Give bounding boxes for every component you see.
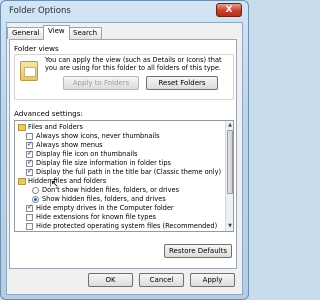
apply-to-folders-button[interactable]: Apply to Folders [63,76,139,90]
checkbox[interactable] [26,158,33,167]
cancel-button[interactable]: Cancel [139,273,184,287]
settings-row-label: Hidden files and folders [28,177,107,185]
settings-row-label: Display the full path in the title bar (… [36,168,222,176]
scroll-thumb[interactable] [227,130,233,194]
settings-row-label: Files and Folders [28,123,83,131]
advanced-settings-list[interactable]: ▲ ▼ Files and Folders Always show icons, … [14,120,234,232]
settings-row-label: Hide empty drives in the Computer folder [36,204,174,212]
settings-row-label: Don't show hidden files, folders, or dri… [42,186,180,194]
reset-folders-button[interactable]: Reset Folders [146,76,218,90]
ok-button[interactable]: OK [88,273,133,287]
checkbox[interactable] [26,133,33,140]
checkbox[interactable] [26,203,33,212]
settings-row-label: Display file icon on thumbnails [36,150,138,158]
tab-general[interactable]: General [7,27,45,39]
radio-button[interactable] [32,196,39,203]
checkbox[interactable] [26,167,33,176]
tab-search[interactable]: Search [68,27,103,39]
settings-row-label: Always show icons, never thumbnails [36,132,160,140]
close-button[interactable]: X [216,3,242,17]
folder-views-description-2: you are using for this folder to all fol… [45,64,221,72]
tab-view[interactable]: View [43,25,70,40]
scroll-up-icon[interactable]: ▲ [227,122,233,129]
checkbox[interactable] [26,140,33,149]
checkbox[interactable] [26,149,33,158]
window-title: Folder Options [9,6,71,16]
folder-view-icon [20,61,38,81]
folder-views-description-1: You can apply the view (such as Details … [45,56,222,64]
settings-row-label: Hide protected operating system files (R… [36,222,218,230]
radio-button[interactable] [32,187,39,194]
folder-icon [18,124,26,131]
advanced-settings-heading: Advanced settings: [14,109,83,118]
restore-defaults-button[interactable]: Restore Defaults [164,244,232,258]
settings-row-label: Hide extensions for known file types [36,213,156,221]
folder-views-heading: Folder views [14,44,59,53]
apply-button[interactable]: Apply [190,273,235,287]
checkbox[interactable] [26,223,33,230]
close-icon: X [225,5,233,15]
list-scrollbar[interactable]: ▲ ▼ [225,121,233,231]
mouse-cursor-icon: ⇱ [50,179,59,190]
settings-row-label: Show hidden files, folders, and drives [42,195,166,203]
settings-row-label: Always show menus [36,141,103,149]
folder-icon [18,178,26,185]
checkbox[interactable] [26,214,33,221]
settings-row-label: Display file size information in folder … [36,159,171,167]
title-bar[interactable]: Folder Options X [1,1,248,21]
scroll-down-icon[interactable]: ▼ [227,223,233,230]
